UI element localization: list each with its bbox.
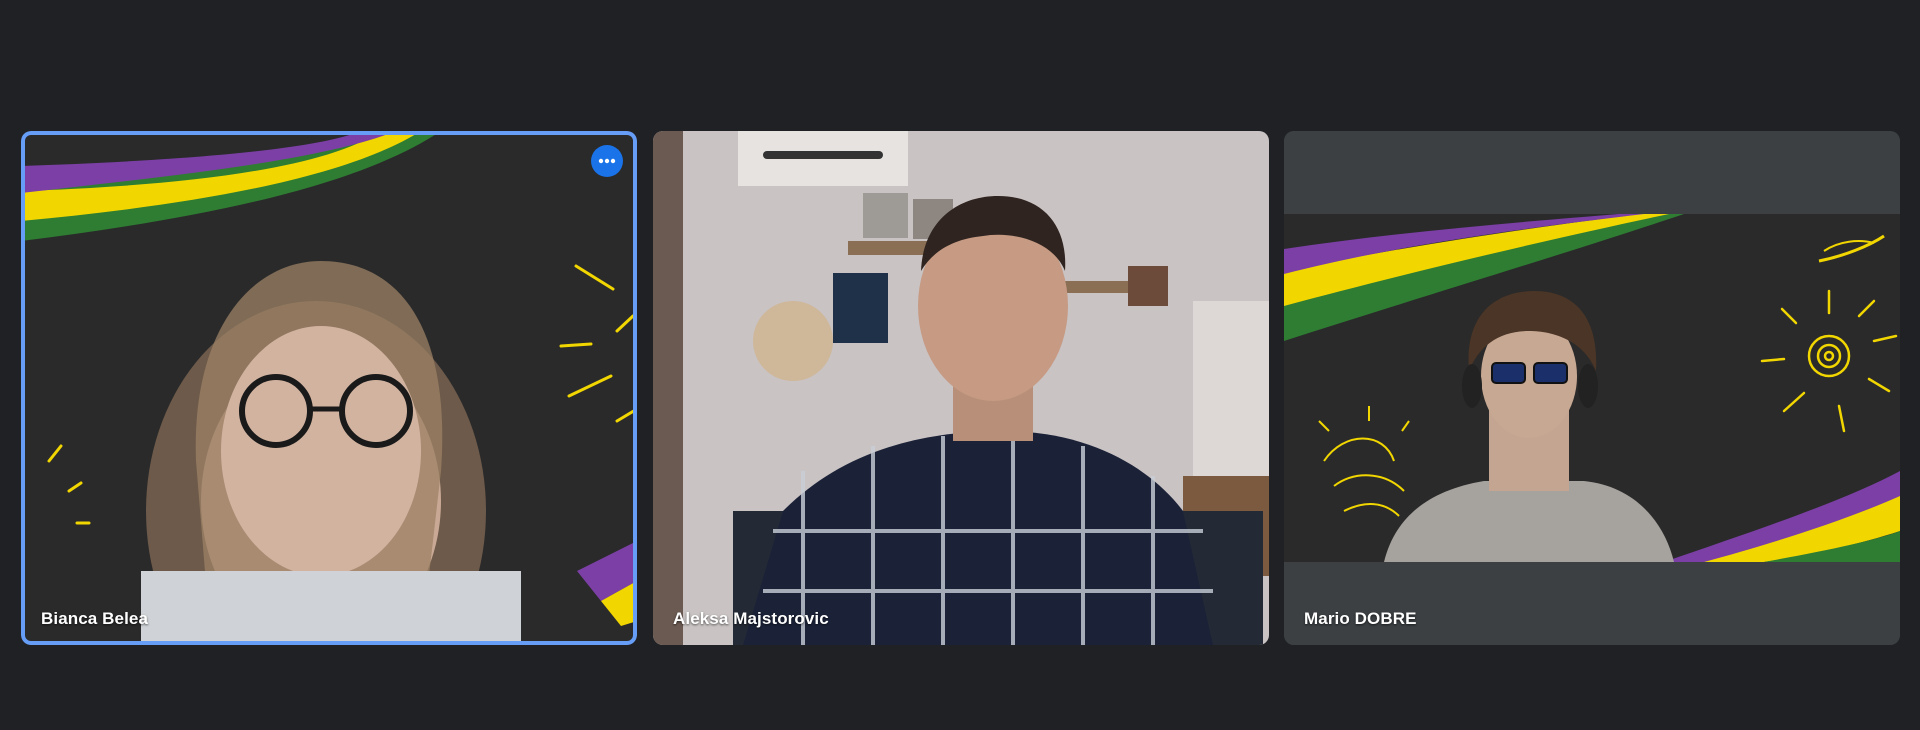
participant-name-label: Bianca Belea — [41, 609, 149, 628]
participant-video-aleksa — [653, 131, 1269, 645]
meeting-grid: Bianca Belea Aleksa Majstorovic Mario DO… — [0, 0, 1920, 730]
more-horiz-icon — [598, 158, 616, 164]
participant-tile-bianca-belea[interactable]: Bianca Belea — [21, 131, 637, 645]
participant-name-label: Aleksa Majstorovic — [673, 609, 829, 628]
more-options-button[interactable] — [591, 145, 623, 177]
participant-name-label: Mario DOBRE — [1304, 609, 1417, 628]
participant-video-mario — [1284, 131, 1900, 645]
participant-video-bianca — [21, 131, 637, 645]
participant-tile-mario-dobre[interactable]: Mario DOBRE — [1284, 131, 1900, 645]
participant-tile-aleksa-majstorovic[interactable]: Aleksa Majstorovic — [653, 131, 1269, 645]
